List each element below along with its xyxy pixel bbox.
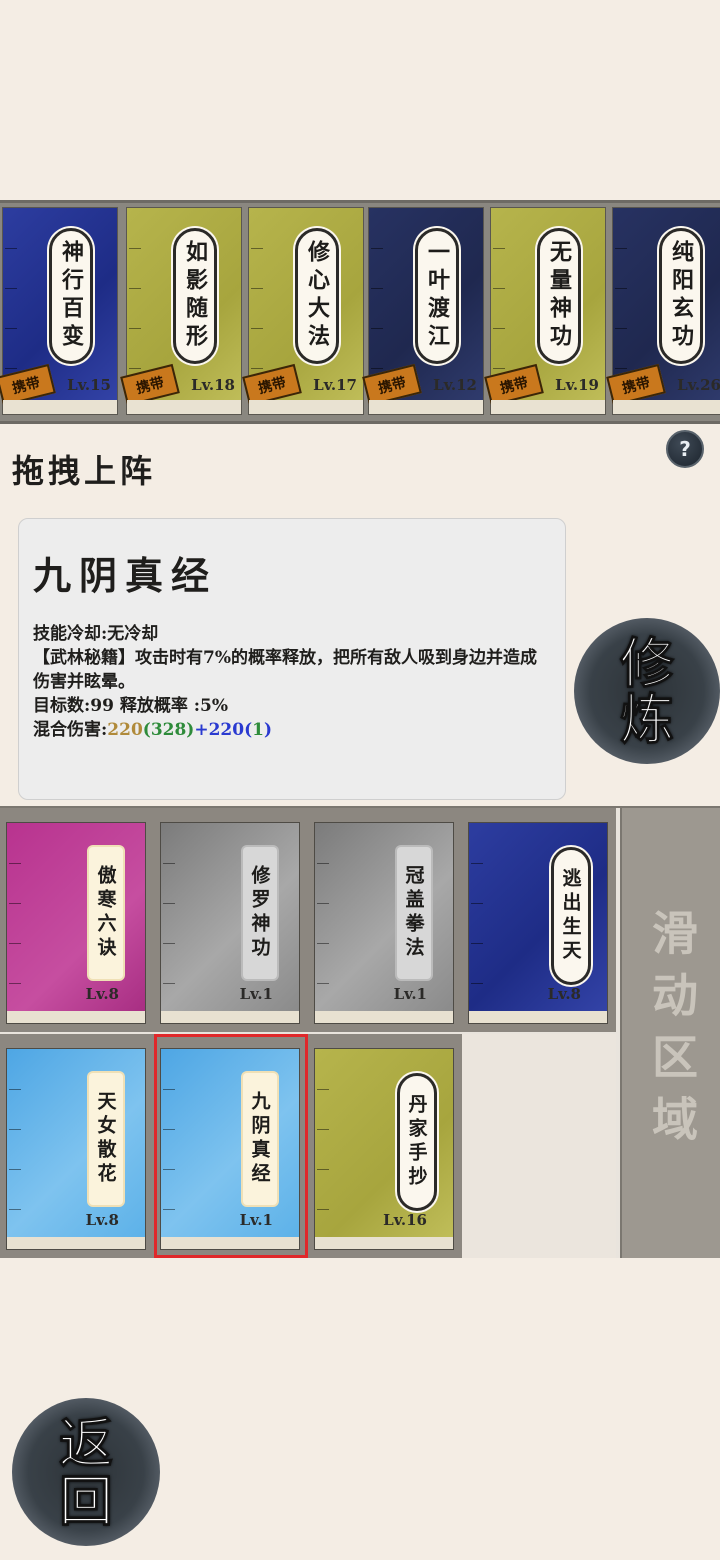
book-spine — [163, 823, 175, 1023]
equipped-book[interactable]: 修心大法 携带 Lv.17 — [242, 207, 364, 415]
book-level: Lv.15 — [67, 376, 111, 394]
library-cell[interactable]: 天女散花 Lv.8 — [0, 1034, 154, 1258]
skill-damage: 混合伤害:220(328)+220(1) — [33, 718, 551, 742]
book-title: 丹家手抄 — [397, 1073, 437, 1211]
library-book[interactable]: 冠盖拳法 Lv.1 — [314, 822, 454, 1024]
cultivate-char-1: 修 — [620, 631, 675, 695]
book-library-grid[interactable]: 傲寒六诀 Lv.8 修罗神功 Lv.1 冠盖拳法 Lv.1 逃出生天 Lv.8 … — [0, 806, 720, 1258]
book-level: Lv.12 — [433, 376, 477, 394]
library-book[interactable]: 丹家手抄 Lv.16 — [314, 1048, 454, 1250]
book-level: Lv.1 — [239, 985, 273, 1003]
skill-detail-panel: 九阴真经 技能冷却:无冷却 【武林秘籍】攻击时有7%的概率释放，把所有敌人吸到身… — [18, 518, 566, 800]
book-title: 修心大法 — [295, 228, 339, 364]
library-book[interactable]: 天女散花 Lv.8 — [6, 1048, 146, 1250]
book-spine — [317, 1049, 329, 1249]
book-title: 修罗神功 — [243, 847, 277, 979]
back-button[interactable]: 返 回 — [12, 1398, 160, 1546]
damage-a: 220 — [107, 720, 143, 740]
book-level: Lv.17 — [313, 376, 357, 394]
library-cell[interactable]: 傲寒六诀 Lv.8 — [0, 808, 154, 1032]
scroll-zone[interactable]: 滑动区域 — [620, 808, 720, 1258]
skill-description: 【武林秘籍】攻击时有7%的概率释放，把所有敌人吸到身边并造成伤害并眩晕。 — [33, 648, 537, 692]
book-level: Lv.18 — [191, 376, 235, 394]
book-title: 一叶渡江 — [415, 228, 459, 364]
book-level: Lv.16 — [383, 1211, 427, 1229]
book-level: Lv.19 — [555, 376, 599, 394]
book-level: Lv.8 — [85, 985, 119, 1003]
library-cell-empty — [462, 1034, 616, 1258]
damage-b-bonus: 1 — [252, 720, 264, 740]
library-cell[interactable]: 修罗神功 Lv.1 — [154, 808, 308, 1032]
damage-b-close: ) — [263, 720, 273, 740]
library-cell-selected[interactable]: 九阴真经 Lv.1 — [154, 1034, 308, 1258]
library-cell[interactable]: 丹家手抄 Lv.16 — [308, 1034, 462, 1258]
book-spine — [317, 823, 329, 1023]
book-title: 无量神功 — [537, 228, 581, 364]
drag-to-equip-label: 拖拽上阵 — [12, 452, 157, 490]
library-book[interactable]: 傲寒六诀 Lv.8 — [6, 822, 146, 1024]
cultivate-char-2: 炼 — [620, 687, 675, 751]
book-title: 九阴真经 — [243, 1073, 277, 1205]
equipped-book[interactable]: 一叶渡江 携带 Lv.12 — [362, 207, 484, 415]
damage-plus: +220 — [194, 720, 245, 740]
equipped-book[interactable]: 纯阳玄功 携带 Lv.26 — [606, 207, 720, 415]
library-book[interactable]: 九阴真经 Lv.1 — [160, 1048, 300, 1250]
equipped-book[interactable]: 无量神功 携带 Lv.19 — [484, 207, 606, 415]
skill-targets: 目标数:99 释放概率 :5% — [33, 696, 229, 716]
book-title: 纯阳玄功 — [659, 228, 703, 364]
book-title: 冠盖拳法 — [397, 847, 431, 979]
book-title: 逃出生天 — [551, 847, 591, 985]
book-spine — [9, 823, 21, 1023]
equipped-book[interactable]: 神行百变 携带 Lv.15 — [0, 207, 118, 415]
book-level: Lv.8 — [85, 1211, 119, 1229]
scroll-zone-label: 滑动区域 — [645, 909, 699, 1157]
book-level: Lv.1 — [393, 985, 427, 1003]
library-cell[interactable]: 逃出生天 Lv.8 — [462, 808, 616, 1032]
book-title: 如影随形 — [173, 228, 217, 364]
book-title: 天女散花 — [89, 1073, 123, 1205]
book-level: Lv.8 — [547, 985, 581, 1003]
skill-name: 九阴真经 — [33, 553, 218, 598]
library-book[interactable]: 逃出生天 Lv.8 — [468, 822, 608, 1024]
book-spine — [9, 1049, 21, 1249]
book-level: Lv.26 — [677, 376, 720, 394]
back-char-2: 回 — [59, 1469, 114, 1533]
damage-label: 混合伤害: — [33, 720, 108, 740]
book-title: 神行百变 — [49, 228, 93, 364]
library-cell[interactable]: 冠盖拳法 Lv.1 — [308, 808, 462, 1032]
back-char-1: 返 — [59, 1411, 114, 1475]
equipped-book[interactable]: 如影随形 携带 Lv.18 — [120, 207, 242, 415]
library-book[interactable]: 修罗神功 Lv.1 — [160, 822, 300, 1024]
cultivate-button[interactable]: 修 炼 — [574, 618, 720, 764]
help-button[interactable]: ? — [666, 430, 704, 468]
skill-cooldown: 技能冷却:无冷却 — [33, 624, 159, 644]
book-title: 傲寒六诀 — [89, 847, 123, 979]
book-spine — [471, 823, 483, 1023]
book-spine — [163, 1049, 175, 1249]
damage-b-open: ( — [244, 720, 253, 740]
equipped-books-strip[interactable]: 神行百变 携带 Lv.15 如影随形 携带 Lv.18 修心大法 携带 Lv.1… — [0, 200, 720, 424]
damage-a-bonus: (328) — [142, 720, 195, 740]
book-level: Lv.1 — [239, 1211, 273, 1229]
